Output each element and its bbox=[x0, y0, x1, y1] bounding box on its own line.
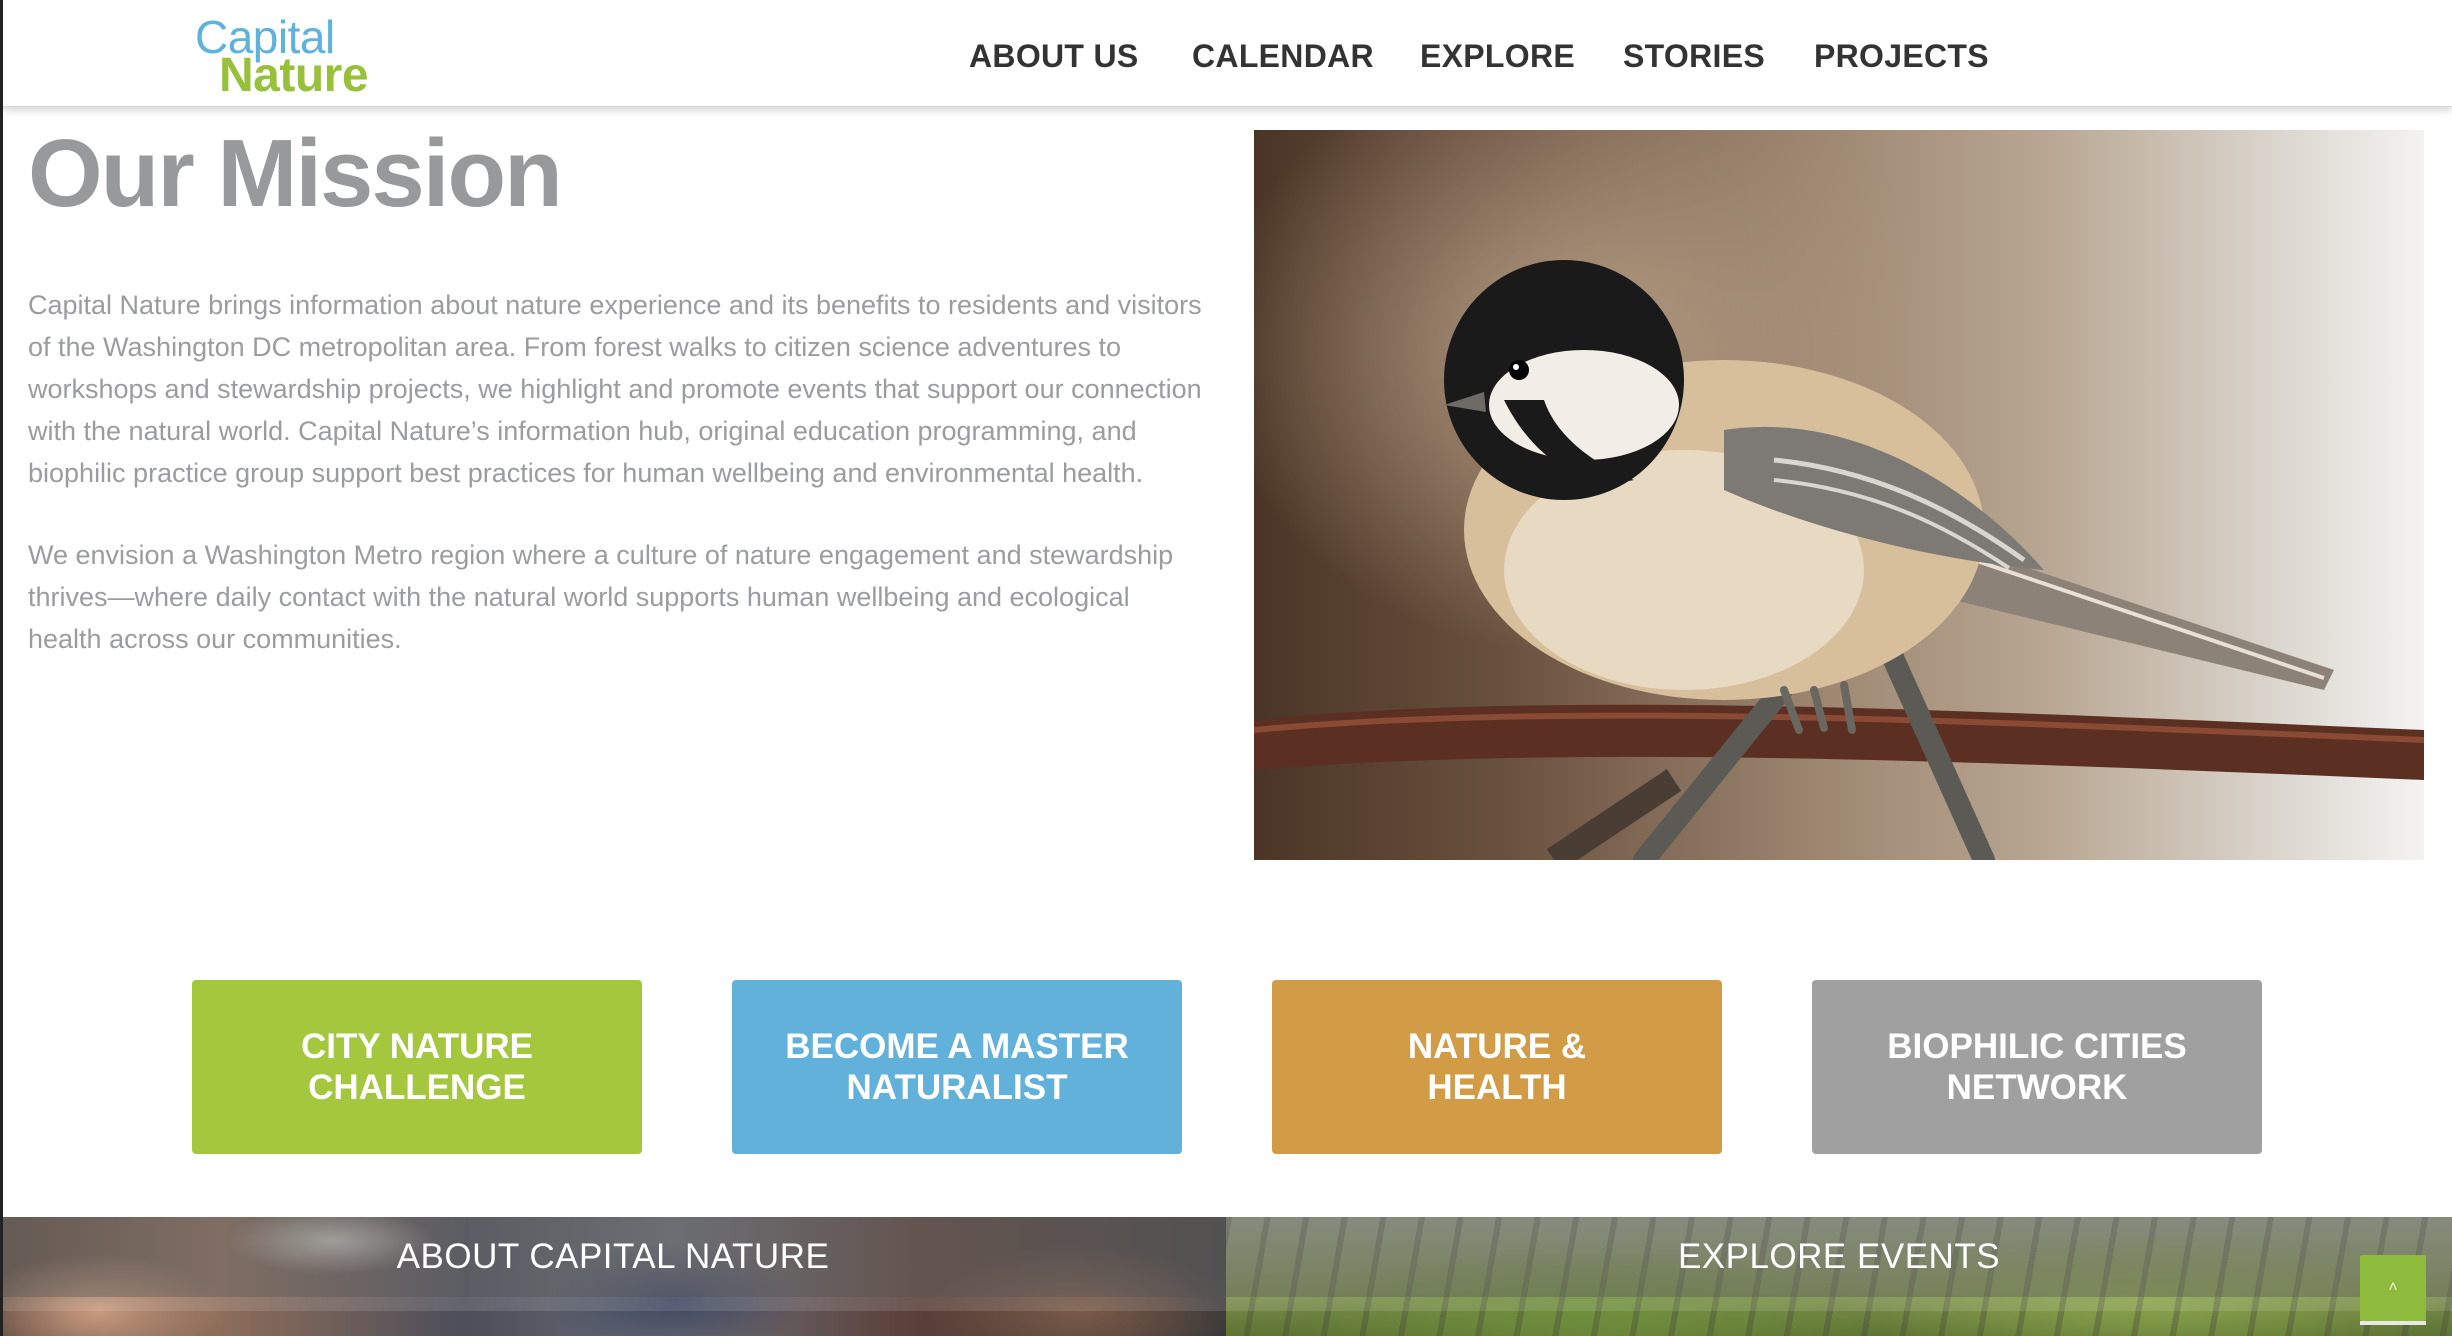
site-logo[interactable]: Capital Nature bbox=[195, 14, 370, 100]
banner-divider bbox=[0, 1297, 1226, 1311]
nav-projects[interactable]: PROJECTS bbox=[1814, 38, 1989, 75]
chickadee-illustration bbox=[1254, 260, 2424, 860]
page-left-border bbox=[0, 0, 3, 1336]
nature-health-button[interactable]: NATURE & HEALTH bbox=[1272, 980, 1722, 1154]
nav-about-us[interactable]: ABOUT US bbox=[969, 38, 1139, 75]
chevron-up-icon: ˄ bbox=[2388, 1279, 2398, 1296]
chickadee-photo bbox=[1254, 130, 2424, 860]
about-capital-nature-title: ABOUT CAPITAL NATURE bbox=[396, 1237, 830, 1276]
back-to-top-button[interactable]: ˄ bbox=[2360, 1255, 2426, 1321]
biophilic-cities-button[interactable]: BIOPHILIC CITIES NETWORK bbox=[1812, 980, 2262, 1154]
explore-events-title: EXPLORE EVENTS bbox=[1677, 1237, 2001, 1276]
nav-stories[interactable]: STORIES bbox=[1623, 38, 1765, 75]
master-naturalist-button[interactable]: BECOME A MASTER NATURALIST bbox=[732, 980, 1182, 1154]
city-nature-challenge-button[interactable]: CITY NATURE CHALLENGE bbox=[192, 980, 642, 1154]
nav-calendar[interactable]: CALENDAR bbox=[1192, 38, 1374, 75]
about-capital-nature-banner[interactable]: ABOUT CAPITAL NATURE bbox=[0, 1217, 1226, 1336]
site-header: Capital Nature ABOUT US CALENDAR EXPLORE… bbox=[3, 0, 2452, 107]
back-to-top-shadow bbox=[2360, 1321, 2426, 1325]
banner-divider bbox=[1226, 1297, 2452, 1311]
logo-word-nature: Nature bbox=[219, 49, 369, 102]
mission-heading: Our Mission bbox=[28, 120, 563, 227]
vision-paragraph: We envision a Washington Metro region wh… bbox=[28, 540, 1174, 654]
explore-events-banner[interactable]: EXPLORE EVENTS bbox=[1226, 1217, 2452, 1336]
mission-paragraph: Capital Nature brings information about … bbox=[28, 290, 1202, 488]
nav-explore[interactable]: EXPLORE bbox=[1420, 38, 1575, 75]
